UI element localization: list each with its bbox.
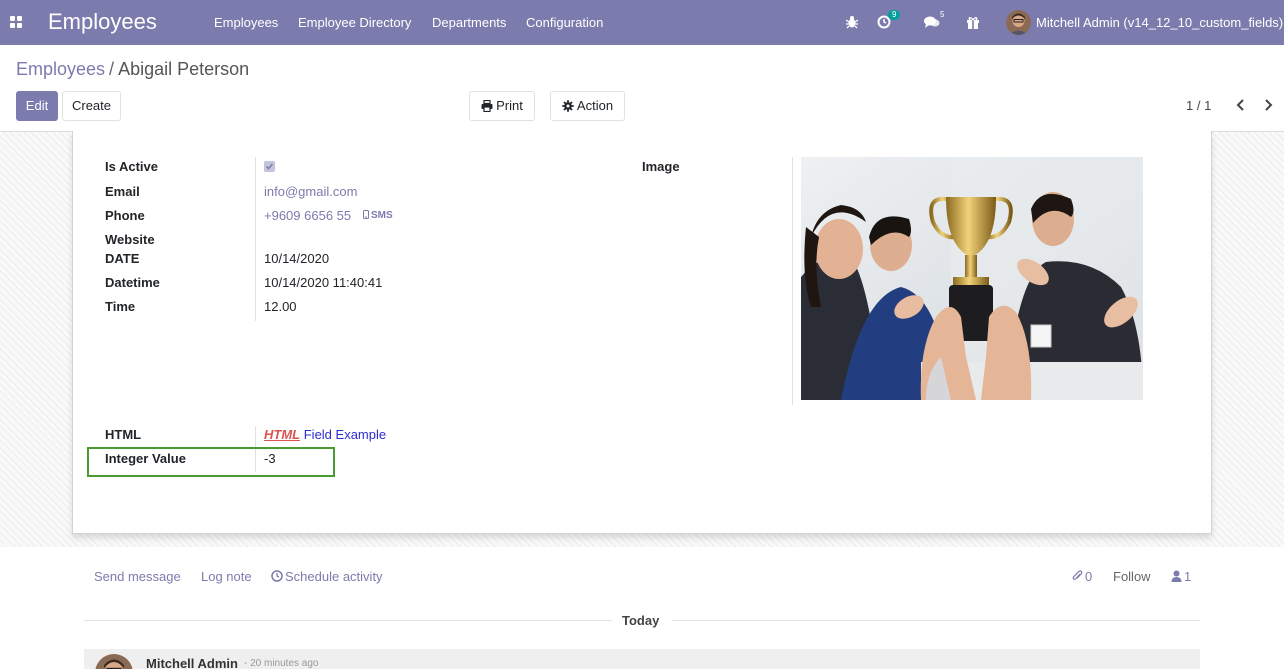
followers-button[interactable]: 1 [1171,569,1191,584]
date-divider-left [84,620,612,621]
message-count-badge: 5 [940,10,945,19]
checkmark-icon [265,163,274,170]
send-message-button[interactable]: Send message [94,569,181,584]
email-link[interactable]: info@gmail.com [264,184,357,200]
datetime-label: Datetime [105,275,160,290]
user-avatar[interactable] [1006,10,1031,35]
mobile-phone-icon [363,210,369,219]
edit-button[interactable]: Edit [16,91,58,121]
activity-clock-icon[interactable]: 9 [877,10,905,32]
attachments-button[interactable]: 0 [1072,569,1092,584]
attachment-count: 0 [1085,569,1093,584]
date-divider-right [672,620,1200,621]
is-active-label: Is Active [105,159,158,174]
print-button[interactable]: Print [469,91,535,121]
pager-previous-icon[interactable] [1233,97,1249,113]
apps-menu-icon[interactable] [10,16,22,28]
paperclip-icon [1072,570,1083,580]
print-icon [481,99,493,113]
phone-link[interactable]: +9609 6656 55 [264,208,351,224]
messages-chat-icon[interactable]: 5 [924,10,948,32]
breadcrumb: Employees / Abigail Peterson [16,59,249,80]
menu-employee-directory[interactable]: Employee Directory [298,15,411,30]
schedule-activity-label: Schedule activity [285,569,383,584]
date-label: DATE [105,251,140,266]
gift-icon[interactable] [966,12,980,32]
follow-button[interactable]: Follow [1113,569,1151,584]
date-divider-label: Today [622,613,660,628]
menu-employees[interactable]: Employees [214,15,278,30]
breadcrumb-separator: / [109,59,115,79]
website-label: Website [105,232,155,247]
image-separator [792,157,793,405]
clock-icon [271,570,283,582]
user-icon [1171,570,1182,582]
integer-value-highlight [87,447,335,477]
is-active-checkbox[interactable] [264,161,275,172]
pager-next-icon[interactable] [1260,97,1276,113]
sms-label: SMS [371,210,393,221]
breadcrumb-current: Abigail Peterson [118,59,250,79]
menu-departments[interactable]: Departments [432,15,506,30]
date-value: 10/14/2020 [264,251,330,266]
message-timestamp: - 20 minutes ago [244,658,319,669]
print-label: Print [496,98,523,113]
follower-count: 1 [1184,569,1192,584]
user-menu[interactable]: Mitchell Admin (v14_12_10_custom_fields) [1036,15,1283,30]
employee-photo[interactable] [801,157,1143,400]
image-label: Image [642,159,680,174]
pager-value[interactable]: 1 / 1 [1186,98,1211,113]
gear-icon [562,100,574,112]
log-note-button[interactable]: Log note [201,569,252,584]
debug-bug-icon[interactable] [845,12,859,32]
sms-button[interactable]: SMS [363,210,393,222]
top-navbar: Employees Employees Employee Directory D… [0,0,1284,45]
schedule-activity-button[interactable]: Schedule activity [271,569,383,584]
message-author[interactable]: Mitchell Admin [146,656,238,669]
time-value: 12.00 [264,299,297,314]
app-title: Employees [48,9,157,34]
action-button[interactable]: Action [550,91,625,121]
html-label: HTML [105,427,142,442]
create-button[interactable]: Create [62,91,121,121]
html-rest-text: Field Example [303,427,387,442]
time-label: Time [105,299,136,314]
datetime-value: 10/14/2020 11:40:41 [264,275,383,290]
phone-label: Phone [105,208,145,223]
html-emphasis-text: HTML [264,427,301,442]
label-separator [255,157,256,321]
breadcrumb-parent-link[interactable]: Employees [16,59,105,79]
action-label: Action [576,98,614,113]
menu-configuration[interactable]: Configuration [526,15,603,30]
html-field-value: HTML Field Example [264,427,386,443]
email-label: Email [105,184,140,199]
activity-count-badge: 9 [888,10,901,20]
